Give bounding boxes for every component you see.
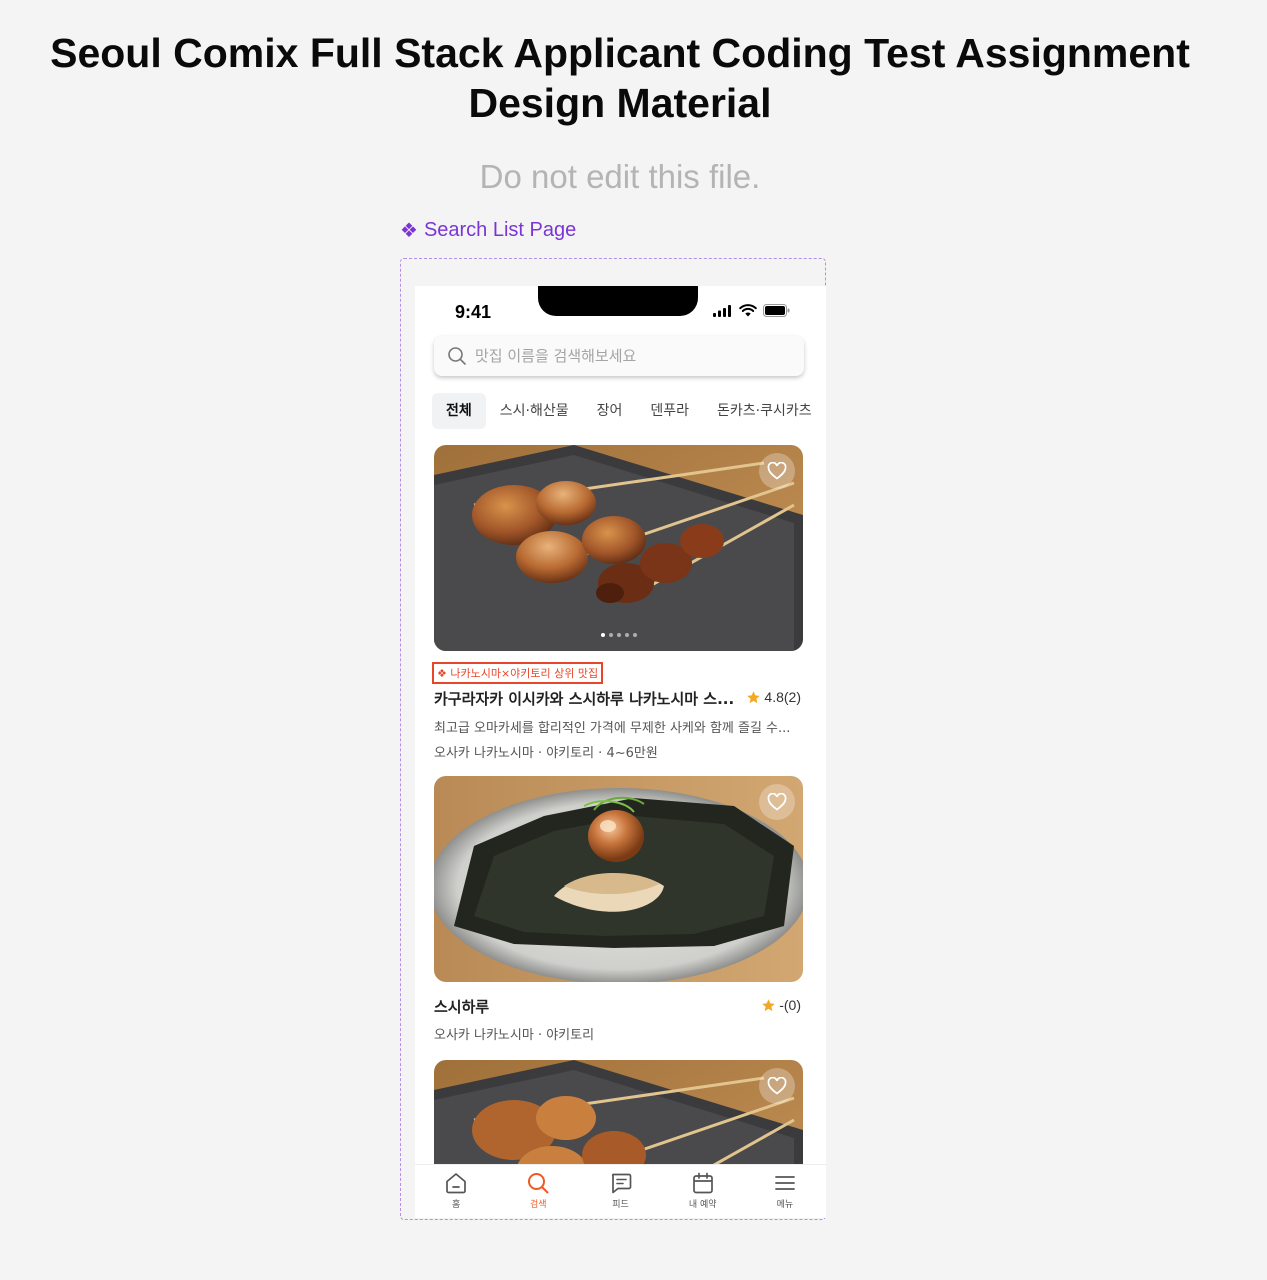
top-restaurant-badge: ❖ 나카노시마×야키토리 상위 맛집 xyxy=(432,662,604,684)
tab-label: 홈 xyxy=(451,1200,461,1210)
image-pagination-dots xyxy=(600,633,637,637)
heart-icon xyxy=(767,462,787,480)
restaurant-name[interactable]: 스시하루 xyxy=(434,996,489,1017)
search-bar[interactable] xyxy=(434,336,804,376)
favorite-heart-button[interactable] xyxy=(759,453,795,489)
calendar-icon xyxy=(692,1172,713,1194)
document-title-line1: Seoul Comix Full Stack Applicant Coding … xyxy=(50,30,1190,76)
category-tab-eel[interactable]: 장어 xyxy=(583,393,637,429)
favorite-heart-button[interactable] xyxy=(759,1068,795,1104)
star-icon xyxy=(762,998,775,1011)
feed-icon xyxy=(611,1173,631,1194)
tab-home[interactable]: 홈 xyxy=(415,1165,497,1218)
wifi-icon xyxy=(739,304,757,317)
document-subtitle: Do not edit this file. xyxy=(479,158,761,195)
restaurant-description: 최고급 오마카세를 합리적인 가격에 무제한 사케와 함께 즐길 수... xyxy=(434,721,791,736)
tab-reservations[interactable]: 내 예약 xyxy=(662,1165,744,1218)
search-icon xyxy=(448,347,466,365)
tab-label: 내 예약 xyxy=(688,1200,717,1210)
heart-icon xyxy=(767,793,787,811)
device-notch xyxy=(538,286,698,316)
tab-search[interactable]: 검색 xyxy=(497,1165,579,1218)
restaurant-name[interactable]: 카구라자카 이시카와 스시하루 나카노시마 스... xyxy=(434,688,739,709)
pagination-dot xyxy=(616,633,621,637)
tab-menu[interactable]: 메뉴 xyxy=(744,1165,826,1218)
pagination-dot xyxy=(608,633,613,637)
home-icon xyxy=(446,1173,466,1194)
system-icons xyxy=(713,304,790,317)
rating-value: -(0) xyxy=(779,997,801,1013)
star-icon xyxy=(747,690,761,703)
pagination-dot xyxy=(600,633,605,637)
document-title-line2: Design Material xyxy=(468,80,772,126)
restaurant-card-image[interactable] xyxy=(434,1060,803,1170)
pagination-dot xyxy=(632,633,637,637)
restaurant-rating: -(0) xyxy=(761,997,801,1013)
component-diamond-icon: ❖ xyxy=(400,220,418,242)
yakitori-skewers-photo xyxy=(434,1060,803,1170)
bottom-tab-bar: 홈 검색 피드 내 예약 메뉴 xyxy=(415,1164,826,1218)
favorite-heart-button[interactable] xyxy=(759,784,795,820)
tab-label: 검색 xyxy=(530,1200,547,1210)
search-icon xyxy=(528,1173,549,1194)
category-tab-tempura[interactable]: 덴푸라 xyxy=(636,393,703,429)
frame-label[interactable]: ❖ Search List Page xyxy=(400,218,576,243)
cellular-signal-icon xyxy=(713,304,731,317)
status-time: 9:41 xyxy=(455,302,492,322)
search-input[interactable] xyxy=(475,347,775,365)
category-tabs: 전체 스시·해산물 장어 덴푸라 돈카츠·쿠시카츠 xyxy=(432,392,826,430)
seaweed-dish-photo xyxy=(434,776,803,982)
battery-icon xyxy=(763,304,790,317)
restaurant-card-image[interactable] xyxy=(434,776,803,982)
restaurant-meta: 오사카 나카노시마 · 야키토리 xyxy=(434,1028,595,1043)
restaurant-meta: 오사카 나카노시마 · 야키토리 · 4~6만원 xyxy=(434,746,658,761)
yakitori-skewers-photo xyxy=(434,445,803,651)
tab-label: 메뉴 xyxy=(776,1200,794,1210)
heart-icon xyxy=(767,1077,787,1095)
phone-screen: 9:41 전 xyxy=(415,286,826,1218)
category-tab-tonkatsu[interactable]: 돈카츠·쿠시카츠 xyxy=(703,393,826,429)
category-tab-all[interactable]: 전체 xyxy=(432,393,486,429)
category-tab-sushi-seafood[interactable]: 스시·해산물 xyxy=(486,393,583,429)
restaurant-card-image[interactable] xyxy=(434,445,803,651)
restaurant-rating: 4.8(2) xyxy=(746,689,801,705)
document-title: Seoul Comix Full Stack Applicant Coding … xyxy=(0,28,1240,128)
rating-value: 4.8(2) xyxy=(764,689,801,705)
status-bar: 9:41 xyxy=(415,286,826,332)
frame-label-text: Search List Page xyxy=(423,219,577,241)
tab-label: 피드 xyxy=(612,1200,629,1210)
pagination-dot xyxy=(624,633,629,637)
menu-icon xyxy=(775,1176,795,1190)
tab-feed[interactable]: 피드 xyxy=(579,1165,661,1218)
